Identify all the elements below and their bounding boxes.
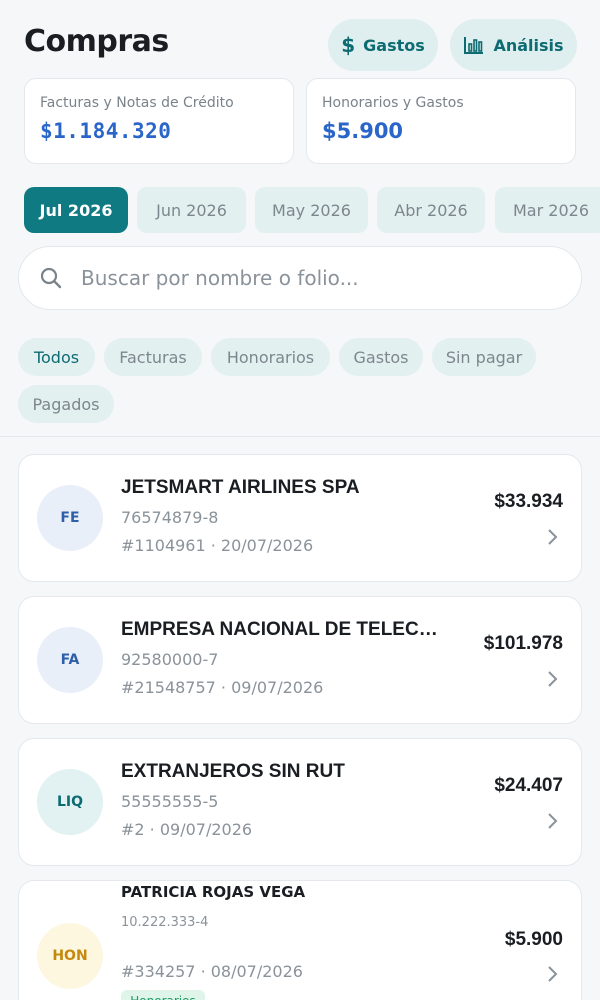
analisis-button[interactable]: Análisis — [450, 19, 577, 71]
divider — [0, 436, 600, 437]
month-tab-jul-2026[interactable]: Jul 2026 — [24, 187, 128, 233]
page-title: Compras — [24, 24, 169, 59]
document-type-avatar: HON — [37, 923, 103, 989]
month-tab-mar-2026[interactable]: Mar 2026 — [495, 187, 600, 233]
filter-chip-gastos[interactable]: Gastos — [339, 338, 423, 376]
summary-label: Honorarios y Gastos — [322, 95, 464, 111]
document-type-avatar: FA — [37, 627, 103, 693]
search-placeholder: Buscar por nombre o folio... — [81, 266, 359, 290]
search-icon — [40, 267, 62, 289]
document-amount: $101.978 — [483, 633, 563, 654]
summary-card-facturas: Facturas y Notas de Crédito $1.184.320 — [24, 78, 294, 164]
document-type-avatar: LIQ — [37, 769, 103, 835]
document-folio-date: #2 · 09/07/2026 — [121, 820, 253, 839]
chevron-right-icon — [548, 966, 558, 982]
document-folio-date: #21548757 · 09/07/2026 — [121, 678, 324, 697]
header: Compras $ Gastos Análisis — [0, 0, 600, 80]
filter-chip-todos[interactable]: Todos — [18, 338, 95, 376]
month-tab-abr-2026[interactable]: Abr 2026 — [377, 187, 485, 233]
supplier-name: EXTRANJEROS SIN RUT — [121, 761, 345, 782]
document-card[interactable]: HON PATRICIA ROJAS VEGA 10.222.333-4 #33… — [18, 880, 582, 1000]
filter-chip-honorarios[interactable]: Honorarios — [211, 338, 330, 376]
document-amount: $5.900 — [504, 929, 563, 950]
month-tab-jun-2026[interactable]: Jun 2026 — [137, 187, 246, 233]
supplier-rut: 76574879-8 — [121, 508, 219, 527]
search-input[interactable]: Buscar por nombre o folio... — [18, 246, 582, 310]
document-folio-date: #1104961 · 20/07/2026 — [121, 536, 314, 555]
supplier-name: JETSMART AIRLINES SPA — [121, 477, 360, 498]
supplier-name: EMPRESA NACIONAL DE TELECOMUNICACIONES — [121, 619, 451, 640]
analisis-button-label: Análisis — [493, 35, 564, 55]
chevron-right-icon — [548, 529, 558, 545]
filter-chip-pagados[interactable]: Pagados — [18, 385, 114, 423]
gastos-button[interactable]: $ Gastos — [328, 19, 438, 71]
month-tab-may-2026[interactable]: May 2026 — [255, 187, 368, 233]
gastos-button-label: Gastos — [363, 35, 425, 55]
document-folio-date: #334257 · 08/07/2026 — [121, 962, 303, 981]
document-card[interactable]: FE JETSMART AIRLINES SPA 76574879-8 #110… — [18, 454, 582, 582]
supplier-rut: 92580000-7 — [121, 650, 219, 669]
document-amount: $33.934 — [494, 491, 563, 512]
filter-chip-facturas[interactable]: Facturas — [104, 338, 202, 376]
filter-chip-sin-pagar[interactable]: Sin pagar — [432, 338, 536, 376]
month-selector: Jul 2026 Jun 2026 May 2026 Abr 2026 Mar … — [24, 187, 600, 233]
document-type-avatar: FE — [37, 485, 103, 551]
supplier-name: PATRICIA ROJAS VEGA — [121, 883, 451, 901]
supplier-rut: 10.222.333-4 — [121, 915, 209, 930]
document-card[interactable]: LIQ EXTRANJEROS SIN RUT 55555555-5 #2 · … — [18, 738, 582, 866]
chevron-right-icon — [548, 813, 558, 829]
summary-value: $1.184.320 — [40, 119, 172, 143]
bar-chart-icon — [464, 37, 484, 54]
summary-card-honorarios: Honorarios y Gastos $5.900 — [306, 78, 576, 164]
document-amount: $24.407 — [494, 775, 563, 796]
dollar-icon: $ — [341, 33, 356, 57]
chevron-right-icon — [548, 671, 558, 687]
summary-value: $5.900 — [322, 119, 404, 143]
document-card[interactable]: FA EMPRESA NACIONAL DE TELECOMUNICACIONE… — [18, 596, 582, 724]
summary-label: Facturas y Notas de Crédito — [40, 95, 234, 111]
document-category-badge: Honorarios — [121, 990, 205, 1000]
supplier-rut: 55555555-5 — [121, 792, 219, 811]
